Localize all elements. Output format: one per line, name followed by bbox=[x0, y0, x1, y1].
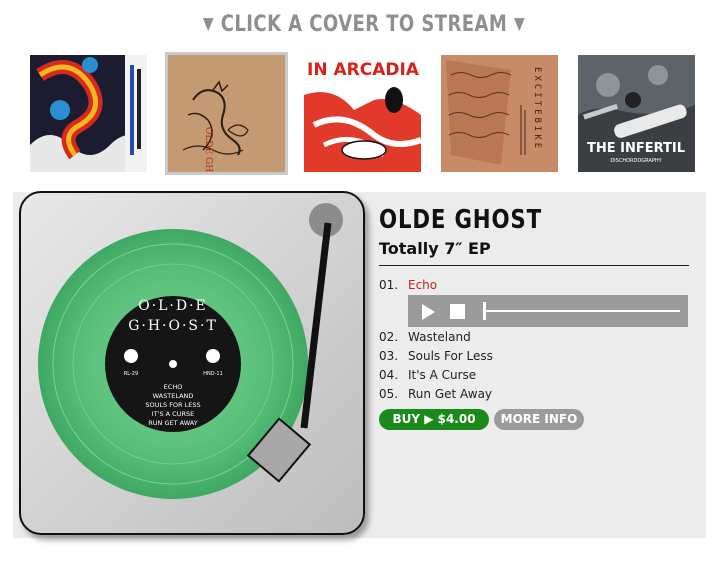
record-label-track: WASTELAND bbox=[153, 392, 194, 400]
cover-text: IN ARCADIA bbox=[307, 60, 420, 80]
track-number: 03. bbox=[379, 349, 399, 363]
cover-olde-ghost[interactable]: OLDE GHOST bbox=[165, 52, 288, 175]
play-icon[interactable] bbox=[422, 304, 435, 320]
record-label-track: IT'S A CURSE bbox=[152, 410, 194, 418]
progress-bar[interactable] bbox=[484, 310, 680, 312]
cover-dragon[interactable] bbox=[30, 55, 147, 172]
cover-excitebike[interactable]: EXCITEBIKE bbox=[441, 55, 558, 172]
cover-the-infertil[interactable]: THE INFERTIL DISCHORDOGRAPHY bbox=[578, 55, 695, 172]
track-number: 01. bbox=[379, 278, 399, 292]
release-info: OLDE GHOST Totally 7″ EP bbox=[379, 205, 689, 263]
stop-icon[interactable] bbox=[450, 304, 465, 319]
in-arcadia-artwork: IN ARCADIA bbox=[304, 55, 421, 172]
record-label-title: G·H·O·S·T bbox=[128, 318, 218, 334]
cover-text: OLDE GHOST bbox=[203, 127, 213, 172]
album-title: Totally 7″ EP bbox=[379, 239, 491, 258]
track-title[interactable]: Run Get Away bbox=[408, 387, 492, 401]
buy-button[interactable]: BUY ▶ $4.00 bbox=[379, 409, 489, 430]
track-number: 05. bbox=[379, 387, 399, 401]
artist-name: OLDE GHOST bbox=[379, 205, 542, 235]
record-label-track: ECHO bbox=[164, 383, 183, 391]
the-infertil-artwork: THE INFERTIL DISCHORDOGRAPHY bbox=[578, 55, 695, 172]
track-title[interactable]: Wasteland bbox=[408, 330, 471, 344]
record-label-track: RUN GET AWAY bbox=[148, 419, 197, 427]
excitebike-artwork: EXCITEBIKE bbox=[441, 55, 558, 172]
turntable: O·L·D·E G·H·O·S·T RL-29 HND-11 ECHO WAST… bbox=[19, 191, 365, 535]
track-item-run-get-away[interactable]: 05. Run Get Away bbox=[379, 385, 492, 403]
cover-subtext: DISCHORDOGRAPHY bbox=[610, 158, 662, 164]
progress-handle[interactable] bbox=[483, 302, 486, 320]
record-cat-left: RL-29 bbox=[124, 371, 138, 377]
cover-text: EXCITEBIKE bbox=[532, 67, 542, 151]
cover-in-arcadia[interactable]: IN ARCADIA bbox=[304, 55, 421, 172]
triangle-down-icon: ▼ bbox=[513, 14, 526, 34]
more-info-button[interactable]: MORE INFO bbox=[494, 409, 584, 430]
record-cat-right: HND-11 bbox=[203, 371, 223, 377]
record-graphic: O·L·D·E G·H·O·S·T RL-29 HND-11 ECHO WAST… bbox=[38, 203, 343, 499]
cover-text: THE INFERTIL bbox=[587, 141, 685, 156]
click-to-stream-header: ▼ CLICK A COVER TO STREAM ▼ bbox=[66, 12, 663, 37]
track-title[interactable]: Echo bbox=[408, 278, 437, 292]
record-label-title: O·L·D·E bbox=[138, 298, 208, 314]
olde-ghost-artwork: OLDE GHOST bbox=[168, 55, 285, 172]
record-label-track: SOULS FOR LESS bbox=[145, 401, 200, 409]
track-title[interactable]: Souls For Less bbox=[408, 349, 493, 363]
header-label: CLICK A COVER TO STREAM bbox=[220, 12, 508, 37]
track-item-its-a-curse[interactable]: 04. It's A Curse bbox=[379, 366, 476, 384]
track-item-echo[interactable]: 01. Echo bbox=[379, 276, 437, 294]
triangle-down-icon: ▼ bbox=[202, 14, 215, 34]
track-item-souls-for-less[interactable]: 03. Souls For Less bbox=[379, 347, 493, 365]
dragon-artwork bbox=[30, 55, 147, 172]
audio-player bbox=[408, 295, 688, 327]
track-number: 02. bbox=[379, 330, 399, 344]
track-title[interactable]: It's A Curse bbox=[408, 368, 476, 382]
cover-strip: OLDE GHOST IN ARCADIA EXCITEBIKE THE INF… bbox=[0, 52, 728, 175]
divider bbox=[379, 265, 689, 266]
track-item-wasteland[interactable]: 02. Wasteland bbox=[379, 328, 471, 346]
track-number: 04. bbox=[379, 368, 399, 382]
